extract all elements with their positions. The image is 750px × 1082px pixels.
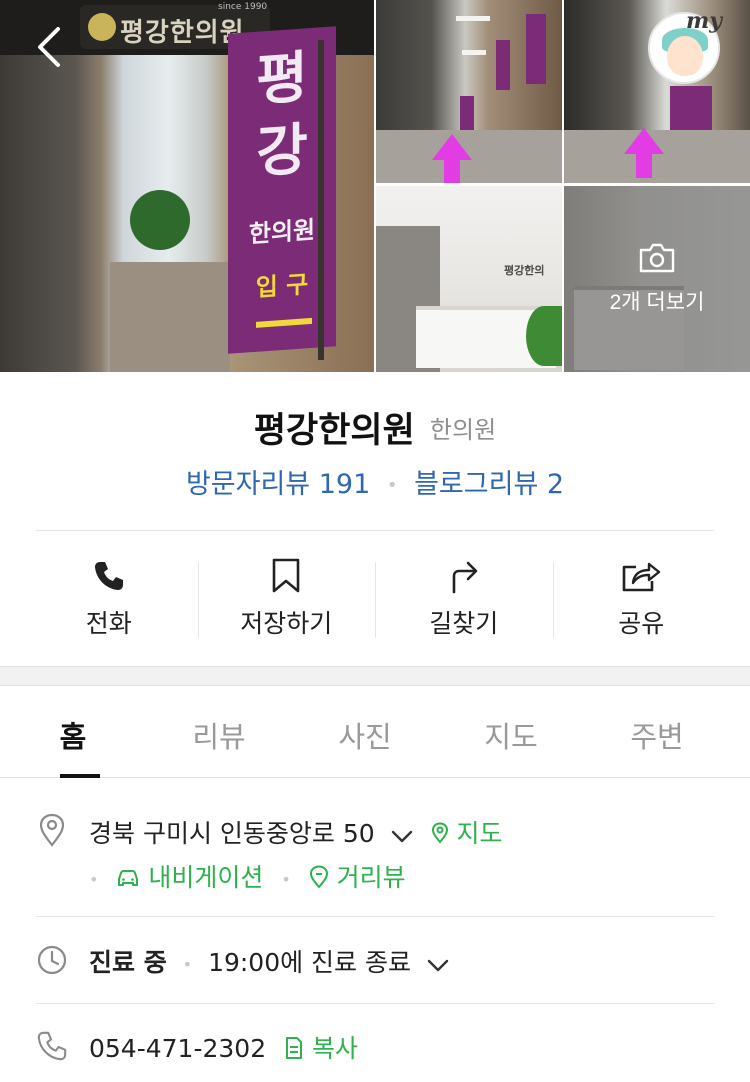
more-photos-button[interactable]: 2개 더보기	[564, 242, 750, 316]
tab-home[interactable]: 홈	[0, 686, 146, 778]
hours-status: 진료 중	[89, 948, 167, 977]
place-title-row: 평강한의원 한의원	[0, 402, 750, 453]
place-name: 평강한의원	[253, 411, 415, 451]
divider	[36, 1003, 714, 1004]
clinic-sign-text: 평강한의원	[120, 18, 245, 48]
clinic-logo	[88, 13, 116, 41]
hours-detail: 19:00에 진료 종료	[208, 948, 412, 977]
photo-gallery: 평강한의원 since 1990 평 강 한의원 입 구 평강한의 2개 더보기…	[0, 0, 750, 372]
blog-review-link[interactable]: 블로그리뷰 2	[414, 469, 564, 500]
floor-arrow-stem	[636, 152, 652, 178]
divider	[36, 916, 714, 917]
share-label: 공유	[618, 609, 665, 638]
streetview-pin-icon	[309, 865, 328, 889]
chevron-left-icon	[38, 27, 60, 67]
review-row: 방문자리뷰 191 • 블로그리뷰 2	[0, 462, 750, 501]
copy-icon	[286, 1037, 303, 1059]
phone-number[interactable]: 054-471-2302	[89, 1034, 266, 1063]
phone-icon	[92, 556, 126, 596]
tab-map[interactable]: 지도	[438, 686, 584, 777]
reception-logo: 평강한의	[504, 264, 545, 277]
separator-dot: •	[182, 954, 193, 974]
call-button[interactable]: 전화	[20, 540, 198, 650]
save-label: 저장하기	[240, 609, 333, 638]
hours-row[interactable]: 진료 중 • 19:00에 진료 종료	[89, 943, 449, 979]
action-separator	[198, 562, 199, 638]
banner-arrow	[256, 317, 312, 328]
copy-label: 복사	[312, 1034, 359, 1063]
location-pin-icon	[36, 813, 68, 847]
map-link-label: 지도	[456, 819, 503, 848]
separator-dot: •	[386, 475, 398, 496]
navigation-link[interactable]: 내비게이션	[116, 863, 271, 892]
photo-reception[interactable]: 평강한의	[376, 186, 562, 372]
directions-button[interactable]: 길찾기	[375, 540, 553, 650]
action-bar: 전화 저장하기 길찾기 공유	[20, 540, 730, 650]
map-link[interactable]: 지도	[431, 819, 503, 848]
address-links-row: • 내비게이션 • 거리뷰	[89, 858, 406, 894]
tab-nearby[interactable]: 주변	[584, 686, 730, 777]
camera-icon	[639, 243, 675, 273]
my-label: my	[686, 8, 723, 34]
directions-label: 길찾기	[429, 609, 499, 638]
share-button[interactable]: 공유	[553, 540, 731, 650]
avatar-face	[667, 36, 703, 76]
ceiling-lamp	[462, 50, 486, 55]
clinic-sign-since: since 1990	[218, 2, 268, 12]
save-button[interactable]: 저장하기	[198, 540, 376, 650]
copy-button[interactable]: 복사	[284, 1034, 358, 1063]
chevron-down-icon	[391, 830, 412, 842]
address-text: 경북 구미시 인동중앙로 50	[89, 819, 375, 848]
chevron-down-icon	[427, 959, 449, 971]
phone-outline-icon	[36, 1030, 68, 1062]
floor-arrow	[624, 128, 664, 154]
tab-review[interactable]: 리뷰	[146, 686, 292, 777]
action-separator	[375, 562, 376, 638]
section-gap	[0, 666, 750, 686]
map-pin-icon	[431, 822, 448, 844]
navigation-label: 내비게이션	[148, 863, 264, 892]
more-photos-label: 2개 더보기	[609, 291, 705, 314]
car-icon	[118, 870, 139, 886]
wall-banner	[526, 14, 546, 84]
clock-icon	[36, 944, 68, 976]
ceiling-lamp	[456, 16, 490, 21]
streetview-link[interactable]: 거리뷰	[309, 863, 406, 892]
separator-dot: •	[281, 869, 291, 889]
banner-pole	[318, 40, 324, 360]
floor	[110, 262, 230, 372]
plant	[130, 190, 190, 250]
directions-icon	[447, 556, 481, 596]
action-separator	[553, 562, 554, 638]
visitor-review-link[interactable]: 방문자리뷰 191	[186, 469, 370, 500]
photo-lobby[interactable]: 2개 더보기	[564, 186, 750, 372]
photo-corridor-1[interactable]	[376, 0, 562, 183]
tab-bar: 홈 리뷰 사진 지도 주변	[0, 686, 750, 778]
bookmark-icon	[271, 556, 301, 596]
floor-arrow	[432, 134, 472, 160]
tab-photo[interactable]: 사진	[292, 686, 438, 777]
separator-dot: •	[89, 869, 99, 889]
divider	[36, 530, 714, 531]
floor-arrow-stem	[444, 158, 460, 183]
back-button[interactable]	[28, 26, 70, 68]
hours-expand-button[interactable]	[427, 950, 449, 979]
address-row: 경북 구미시 인동중앙로 50 지도	[89, 814, 503, 850]
call-label: 전화	[85, 609, 132, 638]
address-expand-button[interactable]	[391, 821, 413, 850]
streetview-label: 거리뷰	[336, 863, 406, 892]
share-icon	[621, 556, 661, 596]
place-category: 한의원	[429, 416, 497, 444]
plant	[526, 306, 562, 366]
wall-banner	[496, 40, 510, 90]
phone-row: 054-471-2302 복사	[89, 1029, 358, 1065]
